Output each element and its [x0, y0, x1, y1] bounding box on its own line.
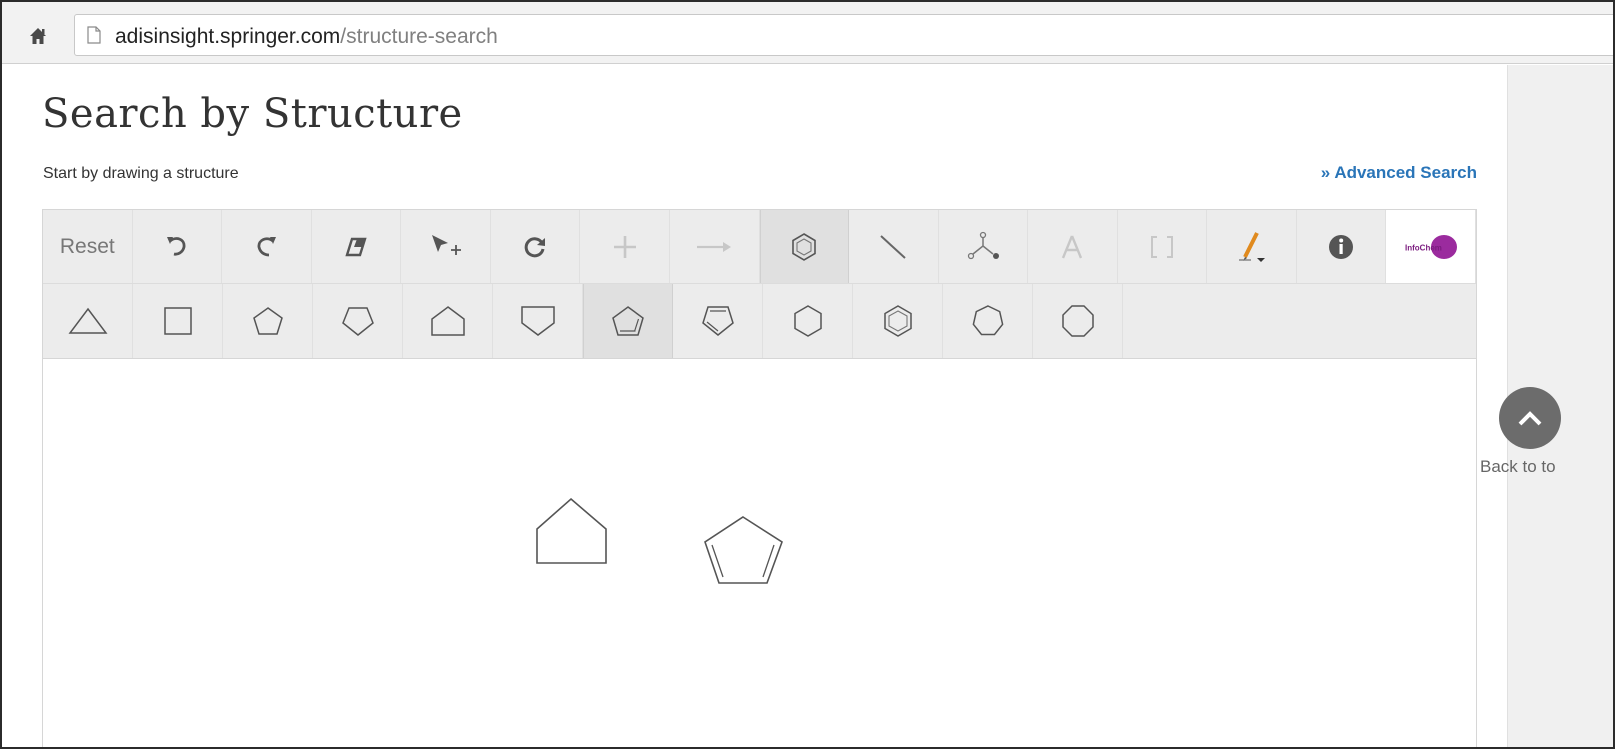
reset-label: Reset — [59, 234, 115, 258]
ring-template-toolbar — [43, 284, 1476, 359]
octagon-icon — [1061, 305, 1094, 337]
ring-square-button[interactable] — [133, 284, 223, 358]
ring-heptagon-button[interactable] — [943, 284, 1033, 358]
benzene-icon — [883, 305, 912, 337]
home-icon[interactable] — [28, 26, 48, 46]
advanced-search-link[interactable]: » Advanced Search — [1321, 163, 1477, 183]
hexagon-icon — [793, 305, 822, 337]
infochem-logo-icon: InfoChem — [1405, 234, 1457, 259]
page-icon — [87, 26, 101, 44]
house-pentagon-icon — [430, 306, 465, 336]
infochem-logo-button[interactable]: InfoChem — [1386, 210, 1476, 283]
back-to-top-button[interactable] — [1499, 387, 1561, 449]
rotate-icon — [524, 236, 546, 257]
editor-toolbar: Reset InfoChem — [43, 210, 1476, 284]
ring-hexagon-button[interactable] — [763, 284, 853, 358]
drawing-canvas[interactable] — [43, 359, 1476, 747]
structure-cyclopentadiene[interactable] — [704, 516, 783, 584]
redo-icon — [258, 236, 277, 256]
select-button[interactable] — [401, 210, 491, 283]
info-button[interactable] — [1297, 210, 1387, 283]
triangle-icon — [68, 307, 107, 334]
pentagon-icon — [252, 307, 283, 335]
arrow-right-icon — [697, 241, 732, 252]
bond-button[interactable] — [849, 210, 939, 283]
cyclopentadiene-down-icon — [701, 306, 734, 336]
pentagon-inverted-icon — [341, 307, 374, 336]
atom-label-button[interactable] — [1028, 210, 1118, 283]
undo-icon — [166, 236, 186, 256]
add-atom-button[interactable] — [580, 210, 670, 283]
undo-button[interactable] — [133, 210, 223, 283]
address-bar: adisinsight.springer.com/structure-searc… — [2, 2, 1613, 64]
plus-icon — [613, 235, 636, 258]
single-bond-icon — [880, 234, 907, 259]
pencil-icon — [1238, 231, 1265, 262]
chevron-up-icon — [1518, 411, 1542, 426]
reset-button[interactable]: Reset — [43, 210, 133, 283]
url-path: /structure-search — [340, 25, 498, 48]
bracket-button[interactable] — [1118, 210, 1208, 283]
canvas-structures — [536, 497, 783, 584]
ring-tool-button[interactable] — [759, 210, 850, 283]
info-icon — [1329, 234, 1354, 259]
ring-benzene-button[interactable] — [853, 284, 943, 358]
ring-house-button[interactable] — [403, 284, 493, 358]
ring-cyclopentadiene-down-button[interactable] — [673, 284, 763, 358]
chain-button[interactable] — [939, 210, 1029, 283]
ring-pentagon-down-button[interactable] — [493, 284, 583, 358]
structure-house-pentagon[interactable] — [536, 497, 607, 564]
benzene-ring-icon — [792, 232, 817, 261]
browser-window: adisinsight.springer.com/structure-searc… — [0, 0, 1615, 749]
bracket-icon — [1151, 235, 1174, 258]
structure-editor: Reset InfoChem — [42, 209, 1477, 747]
page-title: Search by Structure — [42, 91, 463, 137]
logo-text: InfoChem — [1405, 243, 1442, 252]
pentagon-down-icon — [520, 306, 555, 336]
ring-octagon-button[interactable] — [1033, 284, 1123, 358]
reaction-arrow-button[interactable] — [670, 210, 760, 283]
url-host: adisinsight.springer.com — [115, 25, 341, 48]
url-field[interactable]: adisinsight.springer.com/structure-searc… — [74, 14, 1613, 56]
ring-pentagon-inverted-button[interactable] — [313, 284, 403, 358]
ring-pentagon-button[interactable] — [223, 284, 313, 358]
chain-icon — [967, 231, 999, 259]
select-pointer-icon — [431, 234, 461, 255]
square-icon — [163, 307, 192, 335]
heptagon-icon — [972, 305, 1003, 336]
cyclopentadiene-icon — [612, 306, 644, 336]
main-content: Search by Structure Start by drawing a s… — [2, 65, 1507, 747]
atom-label-a-icon — [1062, 235, 1083, 258]
erase-button[interactable] — [312, 210, 402, 283]
ring-cyclopentadiene-button[interactable] — [583, 284, 673, 358]
url-text: adisinsight.springer.com/structure-searc… — [115, 25, 498, 49]
eraser-icon — [345, 237, 367, 256]
page-subtitle: Start by drawing a structure — [43, 165, 239, 182]
back-to-top-label[interactable]: Back to to — [1480, 457, 1556, 477]
redo-button[interactable] — [222, 210, 312, 283]
ring-triangle-button[interactable] — [43, 284, 133, 358]
rotate-button[interactable] — [491, 210, 581, 283]
draw-pencil-button[interactable] — [1207, 210, 1297, 283]
